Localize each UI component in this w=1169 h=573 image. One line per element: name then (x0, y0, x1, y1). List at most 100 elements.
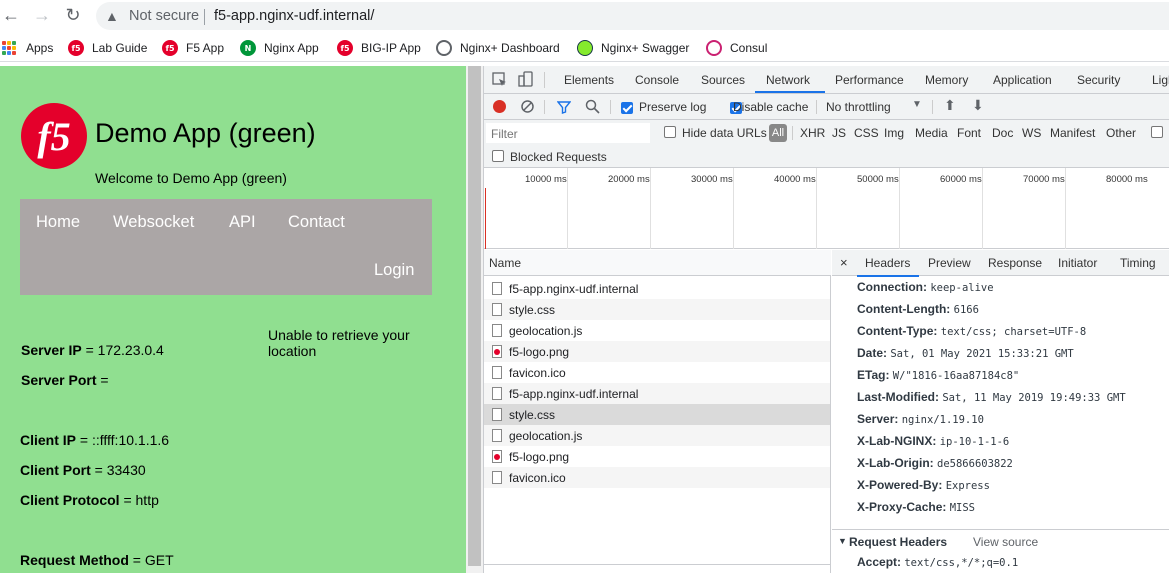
image-file-icon (492, 450, 502, 463)
scrollbar-thumb[interactable] (468, 66, 481, 566)
request-row[interactable]: geolocation.js (484, 320, 830, 341)
filter-funnel-icon[interactable] (557, 100, 571, 114)
tab-memory[interactable]: Memory (925, 73, 968, 87)
preserve-log-label[interactable]: Preserve log (639, 100, 706, 114)
f5-icon: f5 (337, 40, 353, 56)
record-icon[interactable] (493, 100, 506, 113)
tab-preview[interactable]: Preview (928, 256, 971, 270)
network-overview-timeline[interactable]: 10000 ms 20000 ms 30000 ms 40000 ms 5000… (484, 168, 1169, 249)
tab-elements[interactable]: Elements (564, 73, 614, 87)
filter-other[interactable]: Other (1106, 126, 1136, 140)
filter-input[interactable]: Filter (486, 123, 650, 143)
header-row: X-Lab-Origin: de5866603822 (857, 456, 1013, 470)
warning-triangle-icon: ▲ (105, 8, 119, 24)
tab-response[interactable]: Response (988, 256, 1042, 270)
tab-timing[interactable]: Timing (1120, 256, 1156, 270)
disable-cache-label[interactable]: Disable cache (733, 100, 808, 114)
tab-security[interactable]: Security (1077, 73, 1120, 87)
bookmark-bigip-app[interactable]: f5 BIG-IP App (337, 39, 421, 57)
request-row[interactable]: favicon.ico (484, 467, 830, 488)
bookmark-label: Nginx+ Swagger (601, 41, 690, 55)
header-key: X-Lab-NGINX: (857, 434, 937, 448)
bookmark-lab-guide[interactable]: f5 Lab Guide (68, 39, 147, 57)
clear-icon[interactable] (520, 99, 535, 114)
filter-font[interactable]: Font (957, 126, 981, 140)
filter-css[interactable]: CSS (854, 126, 879, 140)
bookmark-label: Nginx+ Dashboard (460, 41, 560, 55)
nav-contact[interactable]: Contact (288, 213, 345, 232)
bookmark-consul[interactable]: Consul (706, 39, 767, 57)
name-column-header[interactable]: Name (484, 250, 831, 276)
hide-data-urls-label[interactable]: Hide data URLs (682, 126, 767, 140)
export-har-icon[interactable]: ⬇ (972, 97, 984, 114)
request-method-value: = GET (132, 552, 174, 568)
close-icon[interactable]: × (840, 255, 848, 270)
nav-websocket[interactable]: Websocket (113, 213, 194, 232)
tab-lighthouse[interactable]: Ligh (1152, 73, 1169, 87)
filter-xhr[interactable]: XHR (800, 126, 825, 140)
throttling-select[interactable]: No throttling (826, 100, 891, 114)
bookmark-label: Lab Guide (92, 41, 148, 55)
tab-performance[interactable]: Performance (835, 73, 904, 87)
tab-headers[interactable]: Headers (865, 256, 910, 270)
request-row[interactable]: f5-logo.png (484, 341, 830, 362)
bookmark-apps[interactable]: Apps (2, 39, 53, 57)
request-row[interactable]: favicon.ico (484, 362, 830, 383)
chevron-down-icon[interactable]: ▼ (912, 99, 922, 110)
security-label[interactable]: Not secure (129, 8, 199, 24)
nav-api[interactable]: API (229, 213, 256, 232)
filter-manifest[interactable]: Manifest (1050, 126, 1095, 140)
request-row[interactable]: geolocation.js (484, 425, 830, 446)
tab-network[interactable]: Network (766, 73, 810, 87)
view-source-link[interactable]: View source (973, 535, 1038, 549)
hide-data-urls-checkbox[interactable] (664, 126, 676, 138)
filter-media[interactable]: Media (915, 126, 948, 140)
timeline-gridline (982, 168, 983, 249)
request-headers-section[interactable]: ▼ Request Headers View source (832, 529, 1169, 551)
preserve-log-checkbox[interactable] (621, 101, 633, 114)
import-har-icon[interactable]: ⬆ (944, 97, 956, 114)
request-row-selected[interactable]: style.css (484, 404, 830, 425)
filter-all-button[interactable]: All (769, 124, 787, 142)
tab-console[interactable]: Console (635, 73, 679, 87)
request-row[interactable]: f5-app.nginx-udf.internal (484, 383, 830, 404)
blocked-requests-checkbox[interactable] (492, 150, 504, 162)
blocked-requests-label[interactable]: Blocked Requests (510, 150, 607, 164)
nav-menu: Home Websocket API Contact Login (20, 199, 432, 295)
bookmark-nginx-swagger[interactable]: Nginx+ Swagger (577, 39, 689, 57)
divider (792, 126, 793, 140)
tab-application[interactable]: Application (993, 73, 1052, 87)
filter-img[interactable]: Img (884, 126, 904, 140)
request-row[interactable]: style.css (484, 299, 830, 320)
back-arrow-icon[interactable]: ← (0, 4, 22, 26)
tab-initiator[interactable]: Initiator (1058, 256, 1097, 270)
header-row: X-Lab-NGINX: ip-10-1-1-6 (857, 434, 1009, 448)
bookmark-f5-app[interactable]: f5 F5 App (162, 39, 224, 57)
search-icon[interactable] (585, 99, 600, 114)
blocked-requests-row: Blocked Requests (484, 146, 1169, 168)
nav-login[interactable]: Login (374, 261, 414, 280)
request-row[interactable]: f5-logo.png (484, 446, 830, 467)
bookmark-nginx-app[interactable]: N Nginx App (240, 39, 319, 57)
devtools-panel: Elements Console Sources Network Perform… (483, 66, 1169, 573)
forward-arrow-icon[interactable]: → (31, 4, 53, 26)
header-value: text/css; charset=UTF-8 (940, 326, 1087, 338)
filter-ws[interactable]: WS (1022, 126, 1041, 140)
bookmark-nginx-dashboard[interactable]: Nginx+ Dashboard (436, 39, 560, 57)
url-text[interactable]: f5-app.nginx-udf.internal/ (214, 8, 374, 24)
image-file-icon (492, 345, 502, 358)
has-blocked-cookies-checkbox[interactable] (1151, 126, 1163, 138)
page-scrollbar[interactable] (466, 66, 483, 573)
header-key: Date: (857, 346, 888, 360)
request-row[interactable]: f5-app.nginx-udf.internal (484, 278, 830, 299)
address-bar[interactable]: ▲ Not secure f5-app.nginx-udf.internal/ (96, 2, 1169, 30)
request-name: favicon.ico (509, 365, 566, 380)
device-toolbar-icon[interactable] (518, 71, 534, 88)
inspect-element-icon[interactable] (492, 72, 508, 88)
reload-icon[interactable]: ↻ (62, 4, 84, 26)
header-key: Server: (857, 412, 899, 426)
tab-sources[interactable]: Sources (701, 73, 745, 87)
nav-home[interactable]: Home (36, 213, 80, 232)
filter-js[interactable]: JS (832, 126, 846, 140)
filter-doc[interactable]: Doc (992, 126, 1013, 140)
